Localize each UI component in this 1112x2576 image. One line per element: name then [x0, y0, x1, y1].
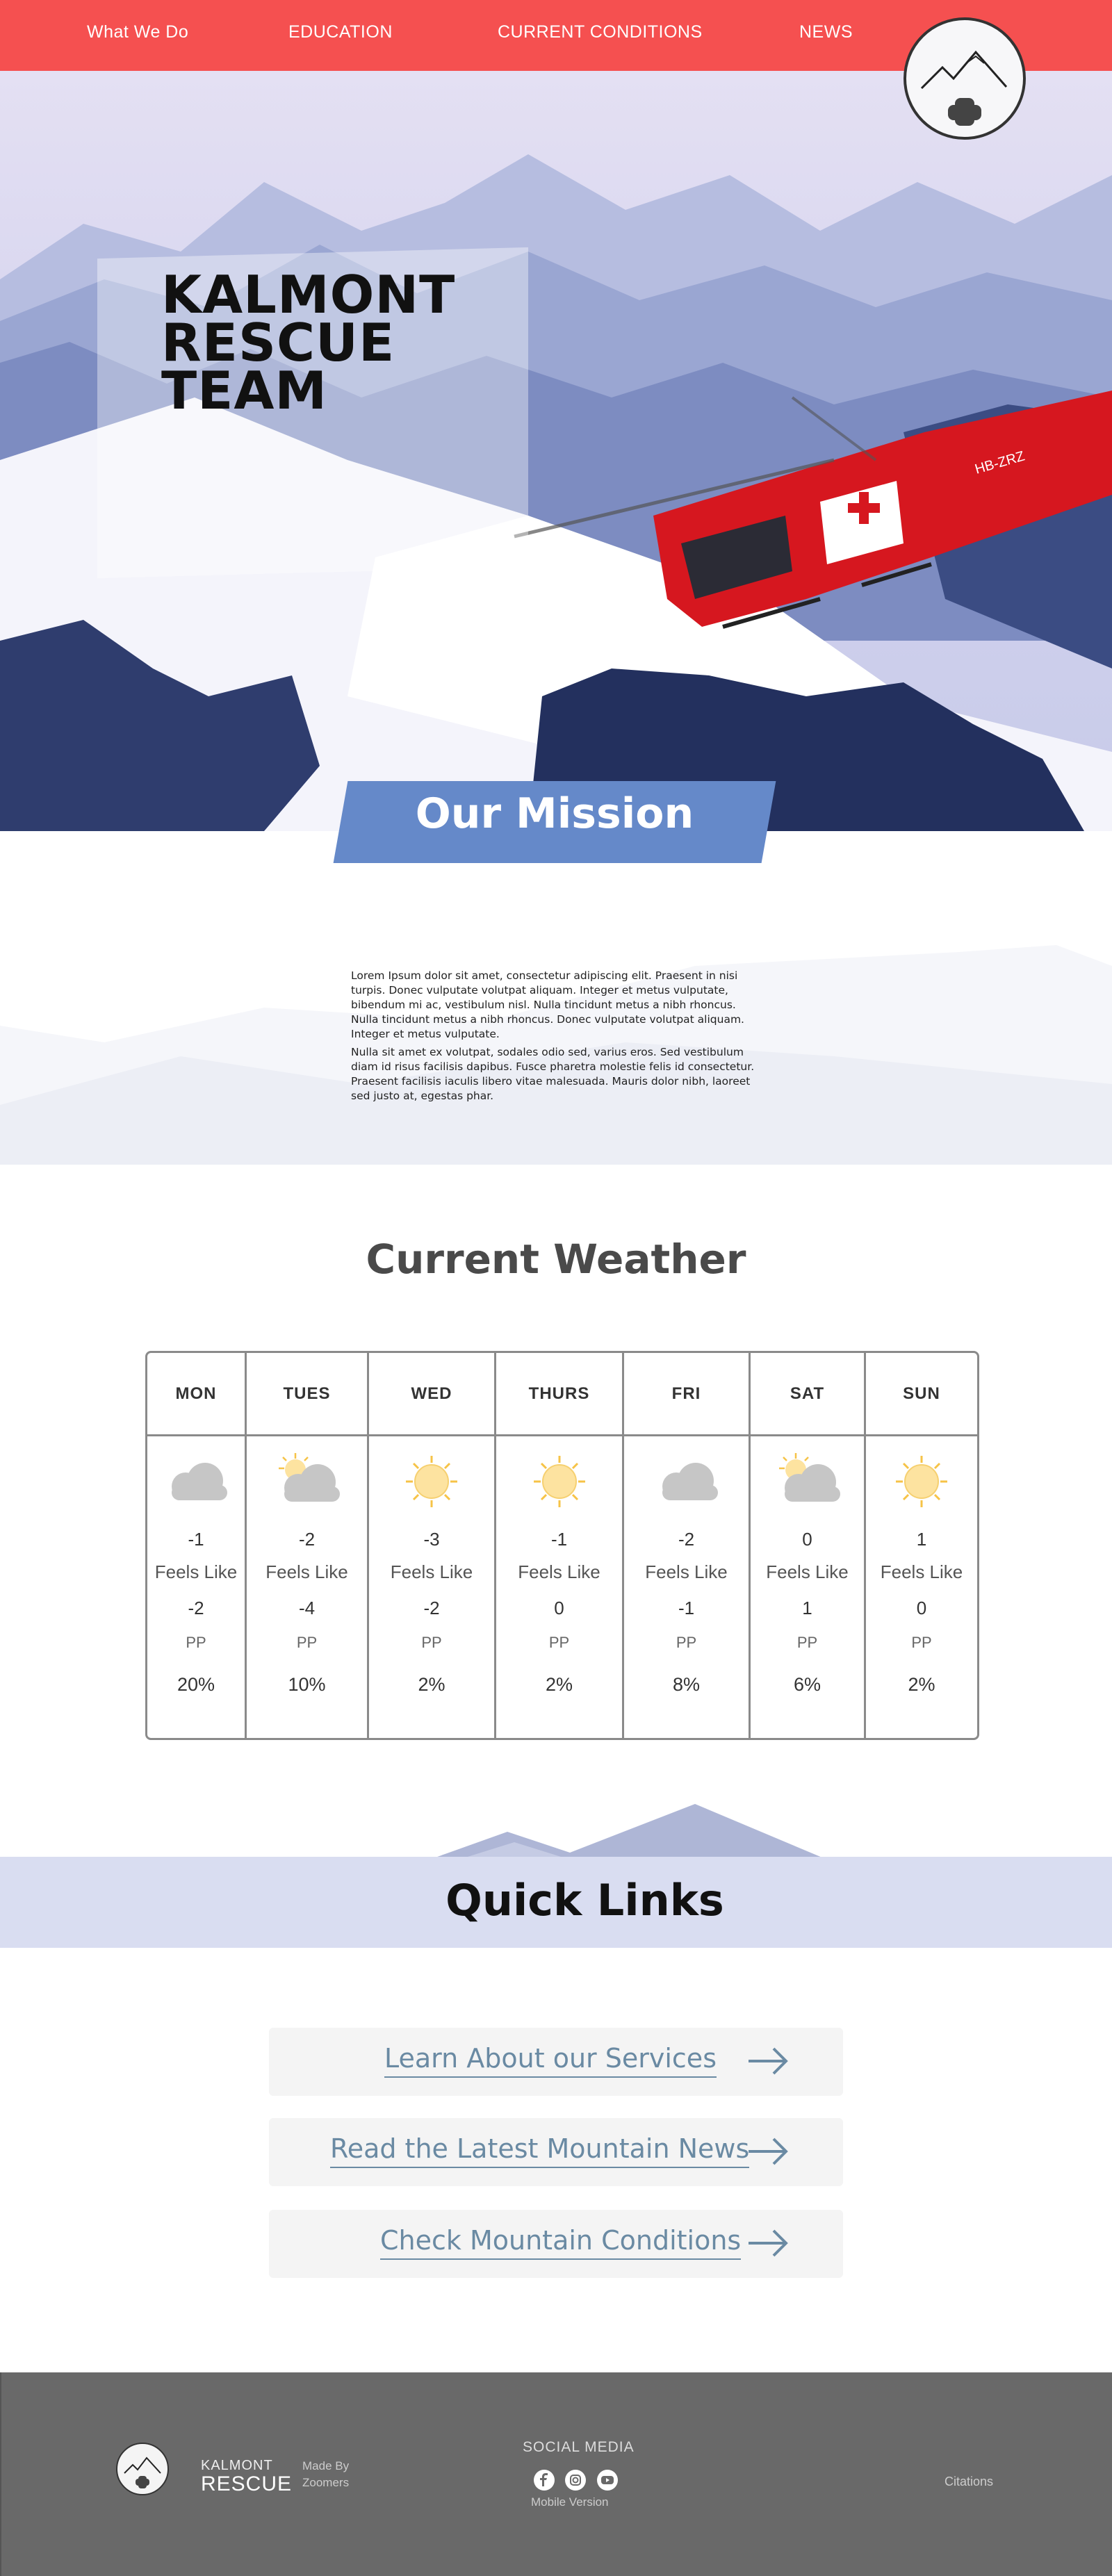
nav-link-current-conditions[interactable]: CURRENT CONDITIONS [498, 22, 703, 42]
precipitation-label: PP [421, 1634, 442, 1651]
arrow-right-icon [749, 2138, 788, 2165]
precipitation-label: PP [796, 1634, 818, 1651]
day-name: SUN [866, 1353, 977, 1436]
feels-like-value: -1 [678, 1598, 695, 1618]
feels-like-value: 0 [554, 1598, 564, 1618]
precipitation-label: PP [186, 1634, 206, 1651]
weather-day-wed: WED -3 Feels Like -2 PP 2% [369, 1353, 496, 1738]
youtube-icon[interactable] [597, 2470, 618, 2491]
sun-cloud-icon [769, 1450, 846, 1513]
weather-forecast-table: MON -1 Feels Like -2 PP 20% TUES -2 Feels Like -4… [145, 1351, 979, 1740]
mountain-cross-logo-icon [920, 50, 1008, 126]
feels-like-value: -2 [423, 1598, 440, 1618]
instagram-icon[interactable] [565, 2470, 586, 2491]
nav-link-what-we-do[interactable]: What We Do [87, 22, 188, 42]
temperature: -2 [678, 1529, 695, 1550]
precipitation-label: PP [548, 1634, 570, 1651]
mobile-version-link[interactable]: Mobile Version [531, 2495, 609, 2509]
precipitation-value: 2% [908, 1674, 935, 1695]
quick-link-news[interactable]: Read the Latest Mountain News [269, 2118, 843, 2186]
day-name: WED [369, 1353, 494, 1436]
citations-link[interactable]: Citations [945, 2475, 993, 2489]
precipitation-label: PP [676, 1634, 697, 1651]
weather-day-thurs: THURS -1 Feels Like 0 PP 2% [496, 1353, 624, 1738]
feels-like-value: -4 [298, 1598, 316, 1618]
footer-brand-bottom: RESCUE [201, 2472, 293, 2495]
feels-like-label: Feels Like [154, 1561, 238, 1582]
quick-links-title: Quick Links [445, 1875, 724, 1926]
feels-like-label: Feels Like [880, 1561, 963, 1582]
temperature: -1 [188, 1529, 204, 1550]
temperature: 0 [802, 1529, 812, 1550]
precipitation-value: 2% [418, 1674, 445, 1695]
facebook-icon[interactable] [534, 2470, 555, 2491]
cloud-icon [158, 1450, 234, 1513]
mission-title: Our Mission [415, 789, 694, 838]
feels-like-value: 0 [916, 1598, 927, 1618]
footer-brand-top: KALMONT [201, 2458, 273, 2473]
weather-day-sat: SAT 0 Feels Like 1 PP 6% [751, 1353, 866, 1738]
quick-link-label[interactable]: Check Mountain Conditions [380, 2225, 742, 2260]
mission-paragraph-2: Nulla sit amet ex volutpat, sodales odio… [351, 1046, 755, 1102]
precipitation-value: 6% [793, 1674, 821, 1695]
site-logo[interactable] [903, 17, 1026, 140]
sun-cloud-icon [269, 1450, 345, 1513]
precipitation-value: 2% [545, 1674, 573, 1695]
feels-like-label: Feels Like [265, 1561, 348, 1582]
quick-link-label[interactable]: Learn About our Services [384, 2043, 717, 2078]
nav-link-news[interactable]: NEWS [799, 22, 853, 42]
feels-like-value: -2 [188, 1598, 204, 1618]
weather-day-fri: FRI -2 Feels Like -1 PP 8% [624, 1353, 751, 1738]
quick-link-label[interactable]: Read the Latest Mountain News [330, 2133, 750, 2168]
footer-made-by: Made By Zoomers [302, 2459, 350, 2489]
mission-paragraph-1: Lorem Ipsum dolor sit amet, consectetur … [351, 969, 744, 1040]
weather-day-tues: TUES -2 Feels Like -4 PP 10% [247, 1353, 369, 1738]
feels-like-value: 1 [802, 1598, 812, 1618]
quick-link-conditions[interactable]: Check Mountain Conditions [269, 2210, 843, 2278]
hero-title: KALMONT RESCUE TEAM [161, 264, 456, 421]
footer-logo[interactable] [116, 2443, 169, 2495]
feels-like-label: Feels Like [390, 1561, 473, 1582]
precipitation-label: PP [296, 1634, 318, 1651]
cloud-icon [648, 1450, 725, 1513]
sun-icon [883, 1450, 960, 1513]
day-name: SAT [751, 1353, 864, 1436]
precipitation-value: 20% [177, 1674, 215, 1695]
nav-link-education[interactable]: EDUCATION [288, 22, 393, 42]
day-name: MON [147, 1353, 245, 1436]
weather-title: Current Weather [366, 1236, 746, 1283]
precipitation-value: 10% [288, 1674, 326, 1695]
arrow-right-icon [749, 2229, 788, 2257]
footer-social-title: SOCIAL MEDIA [523, 2439, 635, 2455]
hero-banner: HB-ZRZ [0, 71, 1112, 831]
weather-day-mon: MON -1 Feels Like -2 PP 20% [147, 1353, 247, 1738]
day-name: TUES [247, 1353, 367, 1436]
sun-icon [393, 1450, 470, 1513]
precipitation-label: PP [911, 1634, 932, 1651]
temperature: -2 [298, 1529, 316, 1550]
quick-link-services[interactable]: Learn About our Services [269, 2028, 843, 2096]
arrow-right-icon [749, 2047, 788, 2075]
temperature: 1 [916, 1529, 927, 1550]
precipitation-value: 8% [672, 1674, 701, 1695]
temperature: -1 [550, 1529, 568, 1550]
temperature: -3 [423, 1529, 440, 1550]
day-name: THURS [496, 1353, 622, 1436]
feels-like-label: Feels Like [518, 1561, 600, 1582]
day-name: FRI [624, 1353, 749, 1436]
feels-like-label: Feels Like [645, 1561, 728, 1582]
mountain-cross-logo-icon [124, 2456, 161, 2488]
feels-like-label: Feels Like [766, 1561, 849, 1582]
sun-icon [521, 1450, 598, 1513]
weather-day-sun: SUN 1 Feels Like 0 PP 2% [866, 1353, 977, 1738]
